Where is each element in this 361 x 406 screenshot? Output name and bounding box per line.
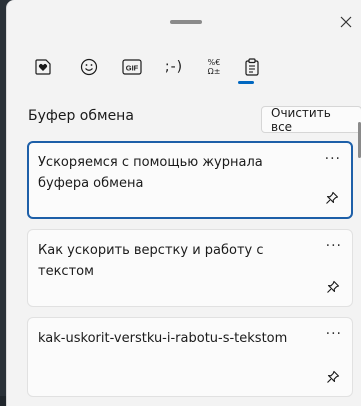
clipboard-tab[interactable] (238, 53, 266, 81)
svg-text:%€: %€ (208, 58, 221, 67)
clipboard-item[interactable]: kak-uskorit-verstku-i-rabotu-s-tekstom ·… (27, 317, 353, 397)
pin-button[interactable] (326, 369, 340, 388)
svg-text:GIF: GIF (126, 64, 139, 73)
pin-icon (327, 370, 340, 383)
svg-text:Ω±: Ω± (208, 67, 221, 76)
pin-button[interactable] (326, 279, 340, 298)
clipboard-item[interactable]: Ускоряемся с помощью журнала буфера обме… (27, 141, 353, 219)
emoji-tab[interactable] (75, 53, 103, 81)
gif-tab[interactable]: GIF (118, 53, 146, 81)
clipboard-item-text: Ускоряемся с помощью журнала буфера обме… (38, 155, 263, 191)
taskbar-edge (0, 396, 6, 406)
emoji-clipboard-panel: GIF ;-) %€ Ω± Буфер обмена Очистить все (6, 0, 361, 406)
active-tab-indicator (238, 81, 254, 84)
clear-all-button[interactable]: Очистить все (261, 106, 361, 134)
symbols-icon: %€ Ω± (208, 58, 221, 76)
close-icon (340, 16, 352, 28)
more-options-button[interactable]: ··· (326, 238, 342, 254)
kaomoji-tab[interactable]: ;-) (160, 53, 188, 81)
gif-icon: GIF (122, 59, 142, 75)
symbols-tab[interactable]: %€ Ω± (200, 53, 228, 81)
pin-icon (327, 280, 340, 293)
drag-handle[interactable] (170, 20, 202, 24)
pin-icon (326, 191, 339, 204)
clipboard-item-text: kak-uskorit-verstku-i-rabotu-s-tekstom (38, 331, 288, 346)
kaomoji-icon: ;-) (164, 59, 184, 75)
more-options-button[interactable]: ··· (326, 326, 342, 342)
section-title: Буфер обмена (28, 108, 134, 124)
clipboard-icon (245, 58, 259, 76)
pin-button[interactable] (325, 190, 339, 209)
smiley-icon (80, 58, 98, 76)
clipboard-item[interactable]: Как ускорить верстку и работу с текстом … (27, 229, 353, 307)
close-button[interactable] (335, 11, 357, 33)
clipboard-item-text: Как ускорить верстку и работу с текстом (38, 243, 264, 279)
heart-sticker-icon (35, 59, 51, 75)
more-options-button[interactable]: ··· (325, 151, 341, 167)
kaomoji-heart-tab[interactable] (29, 53, 57, 81)
